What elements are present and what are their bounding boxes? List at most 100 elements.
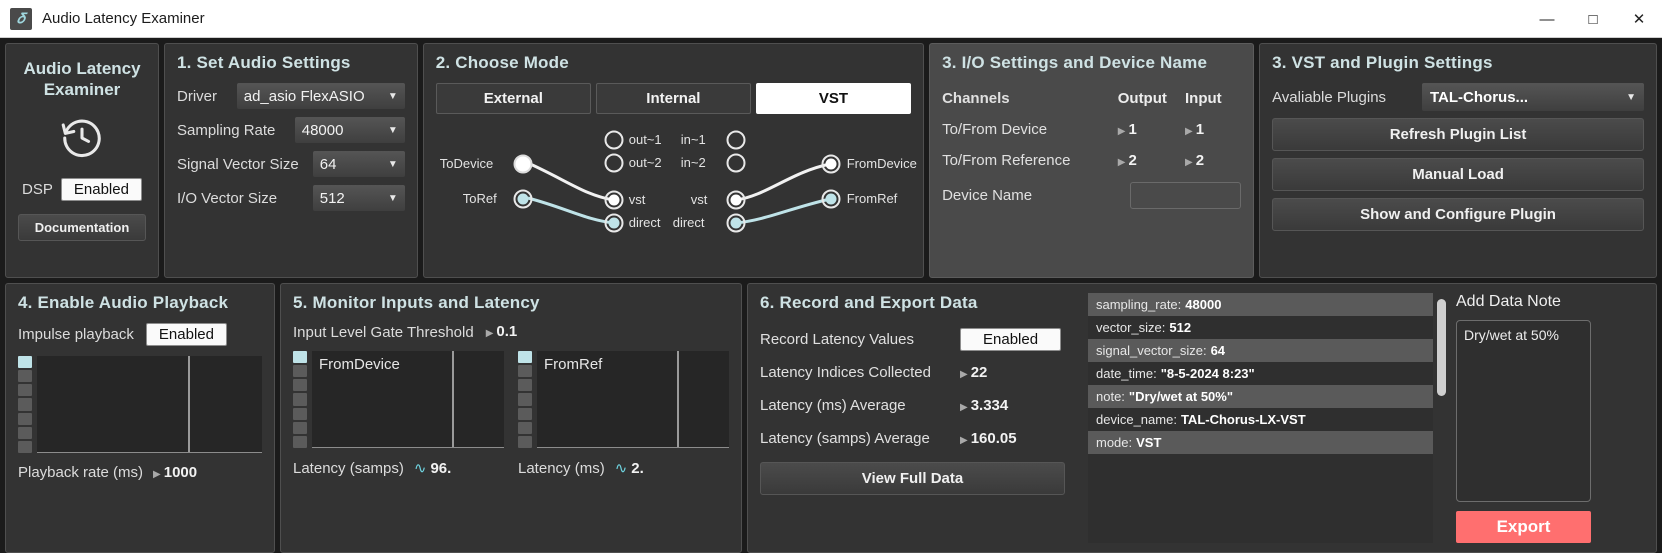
record-latency-values-label: Record Latency Values	[760, 331, 914, 348]
available-plugins-value: TAL-Chorus...	[1430, 88, 1529, 106]
routing-node-todevice[interactable]	[513, 154, 533, 174]
routing-node-out-direct[interactable]	[604, 213, 624, 233]
playback-rate-value-control[interactable]: ▶ 1000	[153, 464, 197, 481]
device-name-label: Device Name	[942, 186, 1033, 204]
show-configure-plugin-button[interactable]: Show and Configure Plugin	[1272, 198, 1644, 231]
list-item[interactable]: device_name: TAL-Chorus-LX-VST	[1088, 408, 1433, 431]
refresh-plugin-list-button[interactable]: Refresh Plugin List	[1272, 118, 1644, 151]
triangle-right-icon: ▶	[1185, 157, 1193, 168]
record-latency-values-toggle[interactable]: Enabled	[960, 328, 1062, 351]
app-icon: 𝛿	[10, 7, 32, 30]
io-reference-output-value: 2	[1128, 152, 1137, 169]
scrollbar-thumb[interactable]	[1437, 299, 1446, 396]
playback-scope-row	[18, 356, 262, 453]
app-body: Audio Latency Examiner DSP Enabled Docum…	[0, 38, 1662, 553]
list-item[interactable]: mode: VST	[1088, 431, 1433, 454]
list-item[interactable]: date_time: "8-5-2024 8:23"	[1088, 362, 1433, 385]
list-item[interactable]: signal_vector_size: 64	[1088, 339, 1433, 362]
data-list[interactable]: sampling_rate: 48000 vector_size: 512 si…	[1088, 293, 1433, 543]
available-plugins-select[interactable]: TAL-Chorus... ▼	[1422, 83, 1644, 111]
playback-rate-row: Playback rate (ms) ▶ 1000	[18, 464, 262, 481]
playback-level-meter	[18, 356, 32, 453]
maximize-icon[interactable]: □	[1570, 0, 1616, 38]
record-metrics: 6. Record and Export Data Record Latency…	[760, 293, 1078, 543]
driver-select[interactable]: ad_asio FlexASIO ▼	[236, 83, 405, 109]
io-device-input[interactable]: ▶ 1	[1185, 121, 1241, 138]
latency-indices-row: Latency Indices Collected ▶ 22	[760, 356, 1078, 389]
latency-ms-average-control[interactable]: ▶ 3.334	[960, 397, 1008, 414]
latency-samps-average-control[interactable]: ▶ 160.05	[960, 430, 1017, 447]
available-plugins-row: Avaliable Plugins TAL-Chorus... ▼	[1272, 83, 1644, 111]
io-reference-output[interactable]: ▶ 2	[1118, 152, 1185, 169]
monitor-scopes: FromDevice Latency (samps) ∿ 96. FromRef…	[293, 351, 729, 477]
io-vector-size-value: 512	[319, 189, 345, 207]
fromref-latency-row: Latency (ms) ∿ 2.	[518, 459, 729, 478]
setting-row-io-vector-size: I/O Vector Size 512 ▼	[177, 185, 405, 211]
latency-indices-control[interactable]: ▶ 22	[960, 364, 987, 381]
routing-node-fromref[interactable]	[821, 189, 841, 209]
export-button[interactable]: Export	[1456, 511, 1591, 543]
chevron-down-icon: ▼	[387, 158, 398, 170]
routing-node-out-vst[interactable]	[604, 190, 624, 210]
choose-mode-panel: 2. Choose Mode External Internal VST ToD…	[422, 43, 925, 278]
window-controls: — □ ✕	[1524, 0, 1662, 38]
list-item[interactable]: sampling_rate: 48000	[1088, 293, 1433, 316]
routing-node-out2[interactable]	[604, 153, 624, 173]
fromref-scope-label: FromRef	[544, 356, 603, 373]
routing-label-in-vst: vst	[690, 192, 708, 207]
latency-ms-readout: ∿ 2.	[615, 459, 644, 477]
fromref-waveform-scope[interactable]: FromRef	[537, 351, 729, 448]
documentation-button[interactable]: Documentation	[18, 213, 146, 241]
io-reference-label: To/From Reference	[942, 152, 1071, 169]
audio-settings-panel: 1. Set Audio Settings Driver ad_asio Fle…	[164, 43, 418, 278]
io-settings-panel: 3. I/O Settings and Device Name Channels…	[929, 43, 1255, 278]
routing-node-in1[interactable]	[726, 130, 746, 150]
fromdevice-latency-row: Latency (samps) ∿ 96.	[293, 459, 504, 478]
list-item[interactable]: vector_size: 512	[1088, 316, 1433, 339]
data-key: signal_vector_size:	[1096, 343, 1207, 358]
available-plugins-label: Avaliable Plugins	[1272, 88, 1387, 106]
device-name-input[interactable]	[1130, 181, 1242, 209]
sampling-rate-label: Sampling Rate	[177, 121, 276, 139]
view-full-data-button[interactable]: View Full Data	[760, 462, 1065, 495]
io-device-label: To/From Device	[942, 121, 1048, 138]
data-note-region: Add Data Note Dry/wet at 50% Export	[1456, 293, 1591, 543]
audio-playback-panel: 4. Enable Audio Playback Impulse playbac…	[5, 283, 275, 553]
routing-node-fromdevice[interactable]	[821, 154, 841, 174]
mode-button-external[interactable]: External	[435, 83, 591, 114]
impulse-playback-toggle[interactable]: Enabled	[145, 323, 227, 346]
driver-value: ad_asio FlexASIO	[243, 87, 365, 105]
mode-button-vst[interactable]: VST	[755, 83, 912, 114]
data-note-input[interactable]: Dry/wet at 50%	[1456, 320, 1591, 502]
manual-load-button[interactable]: Manual Load	[1272, 158, 1644, 191]
io-reference-input[interactable]: ▶ 2	[1185, 152, 1241, 169]
routing-node-toref[interactable]	[513, 189, 533, 209]
routing-node-in-vst[interactable]	[726, 190, 746, 210]
fromdevice-waveform-scope[interactable]: FromDevice	[312, 351, 504, 448]
close-icon[interactable]: ✕	[1616, 0, 1662, 38]
data-value: 64	[1210, 343, 1226, 358]
routing-node-in2[interactable]	[726, 153, 746, 173]
sampling-rate-value: 48000	[301, 121, 344, 139]
gate-threshold-control[interactable]: ▶ 0.1	[486, 323, 518, 341]
triangle-right-icon: ▶	[1117, 157, 1126, 168]
dsp-toggle[interactable]: Enabled	[60, 177, 142, 201]
triangle-right-icon: ▶	[1185, 126, 1193, 137]
io-device-output[interactable]: ▶ 1	[1118, 121, 1185, 138]
vst-settings-title: 3. VST and Plugin Settings	[1272, 53, 1493, 72]
monitor-scope-fromdevice: FromDevice Latency (samps) ∿ 96.	[293, 351, 504, 477]
monitor-title: 5. Monitor Inputs and Latency	[293, 293, 540, 312]
routing-node-in-direct[interactable]	[726, 213, 746, 233]
minimize-icon[interactable]: —	[1524, 0, 1570, 38]
data-list-scrollbar[interactable]	[1433, 293, 1446, 543]
list-item[interactable]: note: "Dry/wet at 50%"	[1088, 385, 1433, 408]
io-vector-size-select[interactable]: 512 ▼	[312, 185, 405, 211]
routing-label-out-direct: direct	[628, 215, 661, 230]
mode-button-internal[interactable]: Internal	[595, 83, 751, 114]
routing-node-out1[interactable]	[604, 130, 624, 150]
latency-samps-average-label: Latency (samps) Average	[760, 430, 930, 447]
app-name-heading: Audio Latency Examiner	[23, 59, 141, 100]
signal-vector-size-select[interactable]: 64 ▼	[312, 151, 405, 177]
playback-waveform-scope[interactable]	[37, 356, 262, 453]
sampling-rate-select[interactable]: 48000 ▼	[294, 117, 405, 143]
